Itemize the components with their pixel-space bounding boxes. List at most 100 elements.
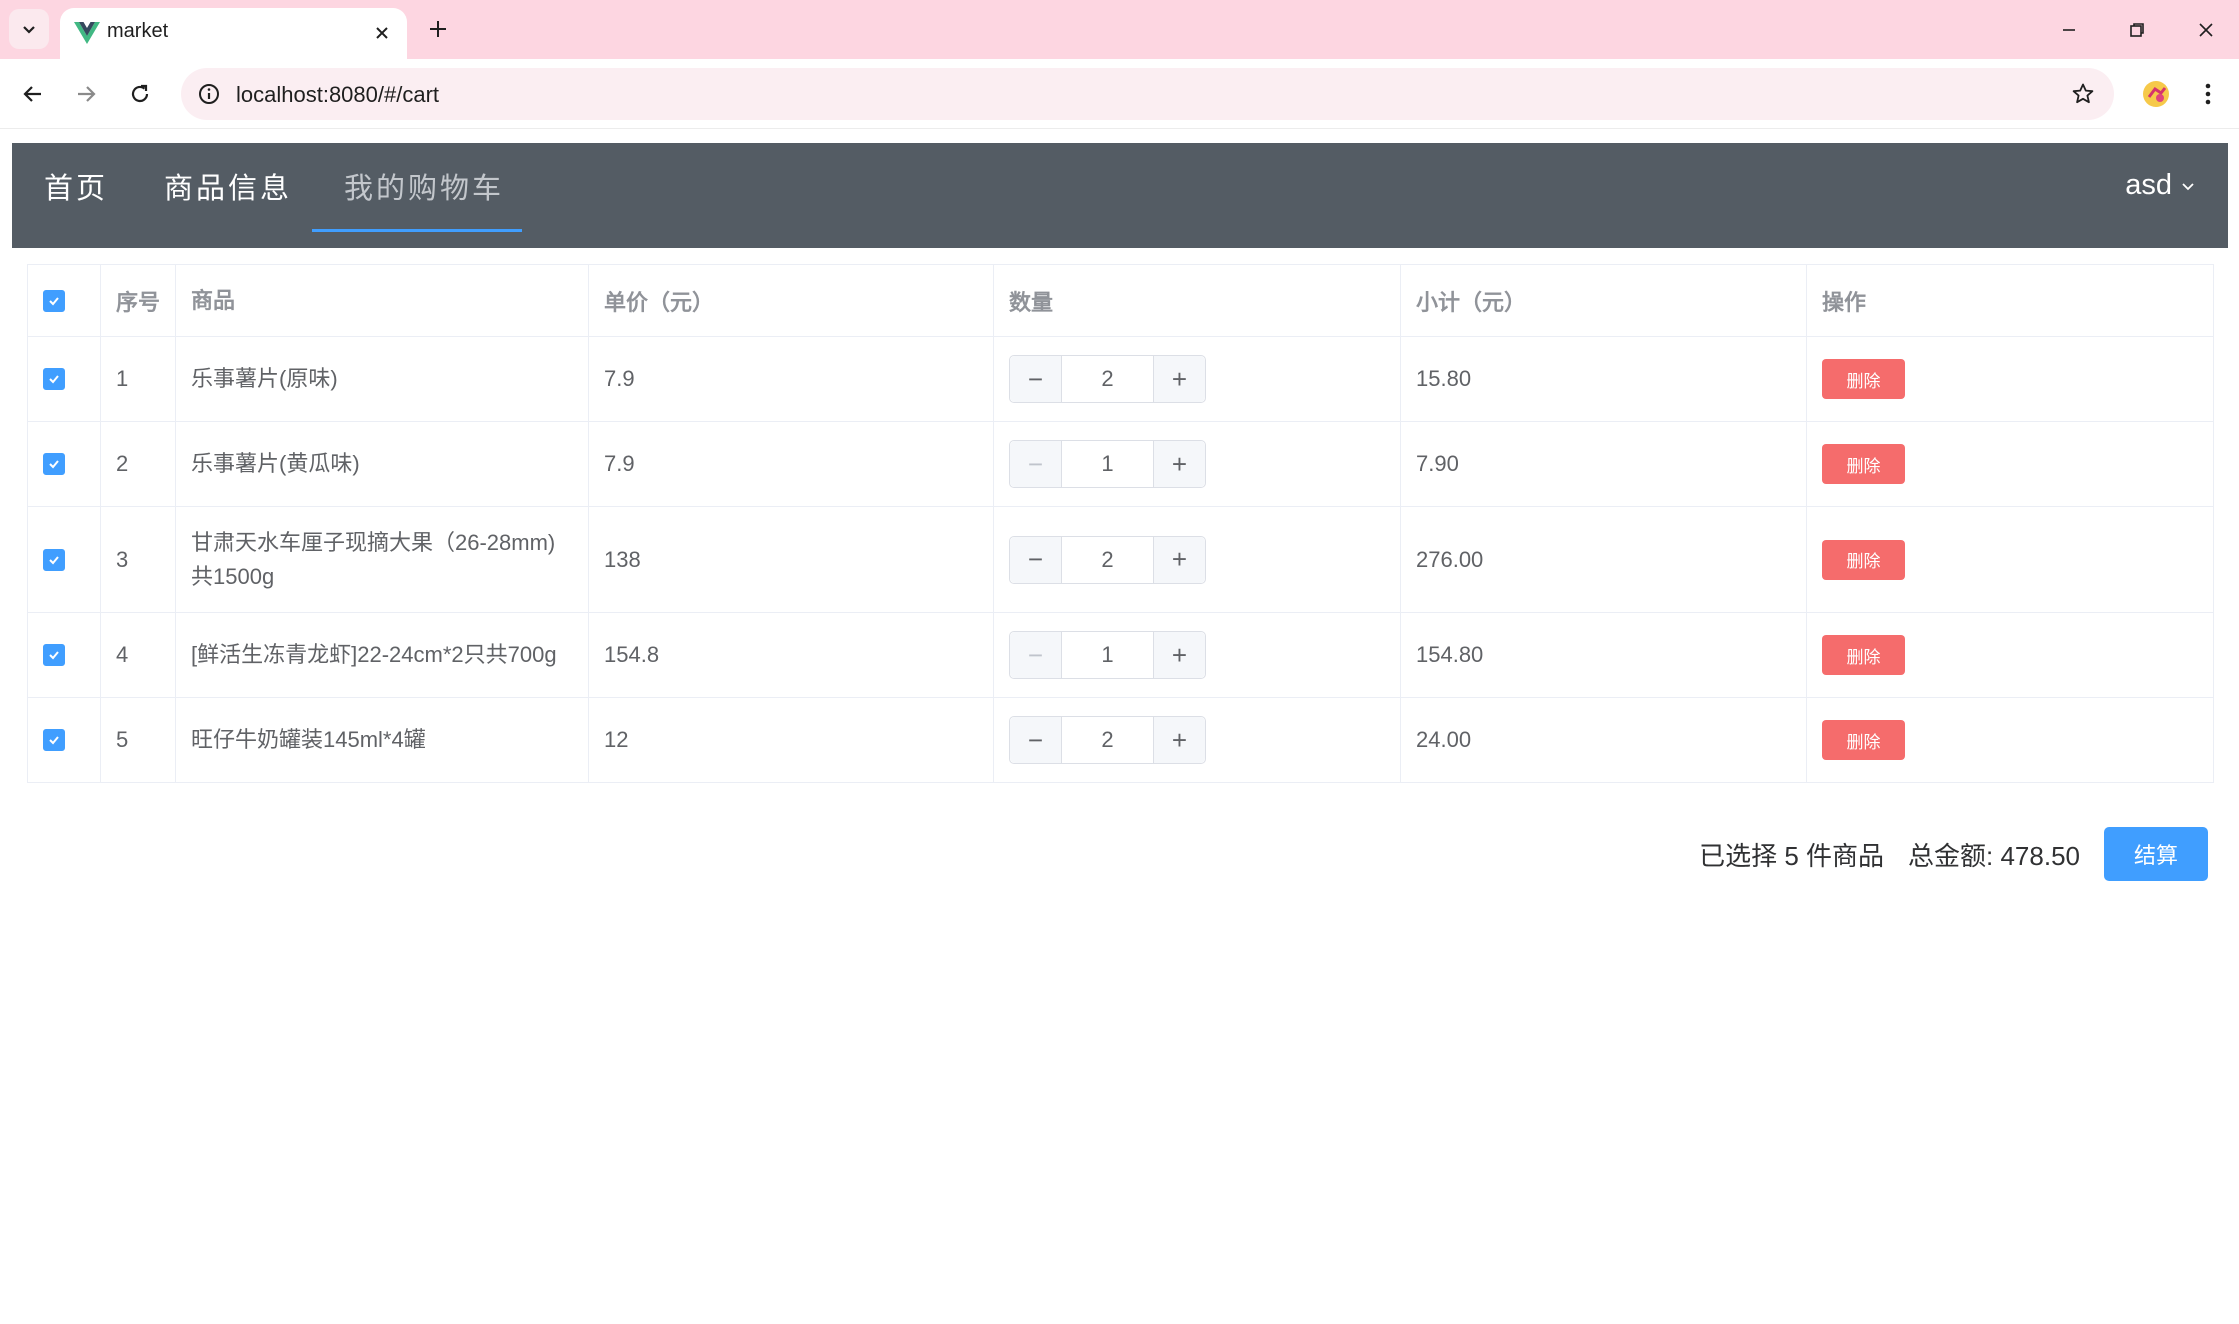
row-checkbox[interactable] <box>43 729 65 751</box>
row-actions: 删除 <box>1807 337 2213 421</box>
tab-search-button[interactable] <box>9 9 49 49</box>
delete-button[interactable]: 删除 <box>1822 635 1905 675</box>
browser-tab-market[interactable]: market <box>60 8 407 60</box>
quantity-input[interactable]: 1 <box>1062 632 1153 678</box>
browser-menu-button[interactable] <box>2188 73 2228 115</box>
address-bar[interactable]: localhost:8080/#/cart <box>181 68 2114 120</box>
row-index: 2 <box>101 422 176 506</box>
row-checkbox[interactable] <box>43 453 65 475</box>
nav-item-home[interactable]: 首页 <box>44 143 108 248</box>
row-product-name: 乐事薯片(黄瓜味) <box>176 422 589 506</box>
row-subtotal: 15.80 <box>1401 337 1807 421</box>
row-product-name: [鲜活生冻青龙虾]22-24cm*2只共700g <box>176 613 589 697</box>
table-row: 2 乐事薯片(黄瓜味) 7.9 − 1 + 7.90 删除 <box>28 422 2213 507</box>
decrease-button[interactable]: − <box>1010 356 1062 402</box>
restore-button[interactable] <box>2115 8 2159 52</box>
table-row: 4 [鲜活生冻青龙虾]22-24cm*2只共700g 154.8 − 1 + 1… <box>28 613 2213 698</box>
new-tab-button[interactable] <box>421 12 455 46</box>
quantity-input[interactable]: 2 <box>1062 717 1153 763</box>
increase-button[interactable]: + <box>1153 632 1205 678</box>
arrow-left-icon <box>23 86 41 102</box>
decrease-button[interactable]: − <box>1010 441 1062 487</box>
row-subtotal: 154.80 <box>1401 613 1807 697</box>
delete-button[interactable]: 删除 <box>1822 444 1905 484</box>
tab-title: market <box>107 20 169 42</box>
plus-icon <box>430 21 446 37</box>
info-icon <box>199 84 219 104</box>
row-index: 5 <box>101 698 176 782</box>
check-icon <box>49 736 59 745</box>
row-select-cell <box>28 337 101 421</box>
table-header: 序号 商品 单价（元） 数量 小计（元） 操作 <box>28 265 2213 337</box>
header-actions: 操作 <box>1822 289 1867 315</box>
check-icon <box>49 375 59 384</box>
increase-button[interactable]: + <box>1153 356 1205 402</box>
table-row: 3 甘肃天水车厘子现摘大果（26-28mm)共1500g 138 − 2 + 2… <box>28 507 2213 613</box>
row-checkbox[interactable] <box>43 548 65 571</box>
selected-count: 已选择 5 件商品 <box>1699 840 1885 871</box>
row-select-cell <box>28 507 101 612</box>
increase-button[interactable]: + <box>1153 536 1205 583</box>
increase-button[interactable]: + <box>1153 717 1205 763</box>
row-subtotal: 24.00 <box>1401 698 1807 782</box>
nav-item-cart[interactable]: 我的购物车 <box>312 143 522 232</box>
arrow-right-icon <box>78 86 96 102</box>
username: asd <box>2125 169 2172 201</box>
url-text: localhost:8080/#/cart <box>236 82 440 107</box>
row-quantity-cell: − 2 + <box>994 698 1401 782</box>
row-checkbox[interactable] <box>43 368 65 390</box>
quantity-input[interactable]: 2 <box>1062 537 1153 583</box>
row-product-name: 旺仔牛奶罐装145ml*4罐 <box>176 698 589 782</box>
check-icon <box>49 651 59 660</box>
extension-avatar-icon <box>2143 81 2169 107</box>
minimize-button[interactable] <box>2047 8 2091 52</box>
select-all-checkbox[interactable] <box>43 289 65 312</box>
row-quantity-cell: − 1 + <box>994 613 1401 697</box>
row-quantity-cell: − 2 + <box>994 507 1401 612</box>
vue-logo-icon <box>74 22 100 44</box>
row-price: 7.9 <box>589 337 994 421</box>
row-select-cell <box>28 613 101 697</box>
minimize-icon <box>2063 29 2075 31</box>
extension-button[interactable] <box>2135 73 2177 115</box>
checkout-button[interactable]: 结算 <box>2104 827 2208 881</box>
back-button[interactable] <box>12 73 54 115</box>
decrease-button[interactable]: − <box>1010 632 1062 678</box>
row-price: 7.9 <box>589 422 994 506</box>
app-nav-bar: 首页 商品信息 我的购物车 asd <box>12 143 2228 248</box>
row-quantity-cell: − 2 + <box>994 337 1401 421</box>
row-index: 1 <box>101 337 176 421</box>
forward-button[interactable] <box>65 73 107 115</box>
delete-button[interactable]: 删除 <box>1822 359 1905 399</box>
check-icon <box>49 460 59 469</box>
close-window-button[interactable] <box>2184 8 2228 52</box>
delete-button[interactable]: 删除 <box>1822 539 1905 580</box>
header-price: 单价（元） <box>589 265 994 336</box>
row-checkbox[interactable] <box>43 644 65 666</box>
quantity-input[interactable]: 2 <box>1062 356 1153 402</box>
decrease-button[interactable]: − <box>1010 717 1062 763</box>
quantity-input[interactable]: 1 <box>1062 441 1153 487</box>
cart-table: 序号 商品 单价（元） 数量 小计（元） 操作 1 乐事薯片(原味) 7.9 −… <box>27 264 2214 783</box>
check-icon <box>49 555 59 564</box>
decrease-button[interactable]: − <box>1010 536 1062 583</box>
user-menu[interactable]: asd <box>2125 169 2196 202</box>
tab-close-button[interactable] <box>369 20 395 46</box>
bookmark-button[interactable] <box>2066 77 2100 111</box>
row-actions: 删除 <box>1807 613 2213 697</box>
quantity-stepper: − 1 + <box>1009 631 1206 679</box>
row-actions: 删除 <box>1807 507 2213 612</box>
increase-button[interactable]: + <box>1153 441 1205 487</box>
delete-button[interactable]: 删除 <box>1822 720 1905 760</box>
row-quantity-cell: − 1 + <box>994 422 1401 506</box>
row-product-name: 甘肃天水车厘子现摘大果（26-28mm)共1500g <box>176 507 589 612</box>
site-info-button[interactable] <box>191 76 227 112</box>
browser-tabstrip: market <box>0 0 2239 60</box>
row-index: 3 <box>101 507 176 612</box>
quantity-stepper: − 2 + <box>1009 535 1206 584</box>
header-product: 商品 <box>176 265 589 336</box>
reload-button[interactable] <box>119 73 161 115</box>
row-index: 4 <box>101 613 176 697</box>
nav-item-products[interactable]: 商品信息 <box>164 143 292 248</box>
row-select-cell <box>28 698 101 782</box>
